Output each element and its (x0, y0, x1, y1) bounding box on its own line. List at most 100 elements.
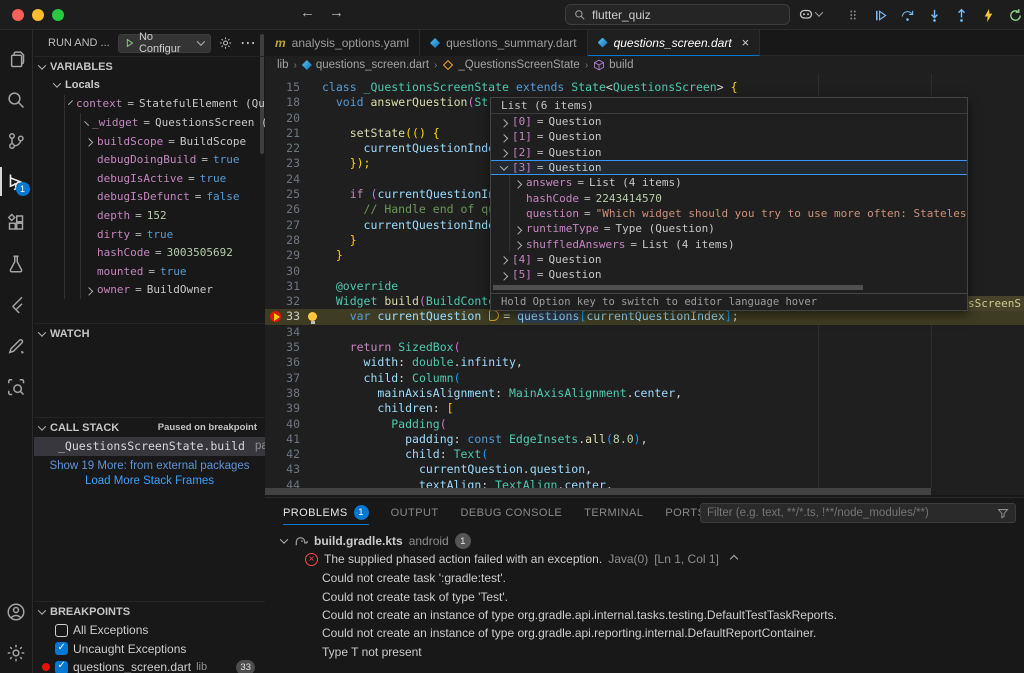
step-into-icon[interactable] (923, 4, 945, 26)
code-line[interactable]: 36 width: double.infinity, (265, 355, 1024, 370)
panel-tab-terminal[interactable]: TERMINAL (584, 501, 643, 525)
variable-row[interactable]: buildScope=BuildScope (34, 132, 265, 151)
code-line[interactable]: 42 child: Text( (265, 447, 1024, 462)
chevron-up-icon[interactable] (730, 555, 738, 563)
panel-tab-debug-console[interactable]: DEBUG CONSOLE (461, 501, 563, 525)
panel-tab-output[interactable]: OUTPUT (391, 501, 439, 525)
problem-detail-row[interactable]: Could not create an instance of type org… (265, 624, 1024, 642)
variable-row[interactable]: [1]=Question (491, 129, 967, 144)
gear-icon[interactable] (219, 36, 232, 50)
nav-back-icon[interactable]: ← (300, 4, 315, 21)
close-icon[interactable]: × (742, 35, 750, 50)
source-control-icon[interactable] (0, 120, 33, 161)
code-line[interactable]: 43 currentQuestion.question, (265, 462, 1024, 477)
call-stack-header[interactable]: CALL STACK Paused on breakpoint (34, 417, 265, 437)
window-close-button[interactable] (12, 9, 24, 21)
variable-row[interactable]: [5]=Question (491, 267, 967, 282)
tab-questions_summary.dart[interactable]: questions_summary.dart (420, 30, 588, 56)
breakpoint-item[interactable]: Uncaught Exceptions (34, 640, 265, 659)
load-more-frames-link[interactable]: Load More Stack Frames (34, 475, 265, 490)
variable-row[interactable]: _widget=QuestionsScreen (Quest… (34, 113, 265, 132)
stack-frame-row[interactable]: _QuestionsScreenState.build pa… (34, 437, 265, 456)
code-line[interactable]: 15class _QuestionsScreenState extends St… (265, 80, 1024, 95)
continue-icon[interactable] (869, 4, 891, 26)
code-line[interactable]: 34 (265, 325, 1024, 340)
editor-horizontal-scrollbar[interactable] (265, 488, 931, 495)
breadcrumb-item-_QuestionsScreenState[interactable]: _QuestionsScreenState (442, 59, 579, 71)
breakpoint-item[interactable]: All Exceptions (34, 621, 265, 640)
problem-detail-row[interactable]: Could not create task ':gradle:test'. (265, 569, 1024, 587)
nav-forward-icon[interactable]: → (329, 4, 344, 21)
widget-inspector-icon[interactable] (0, 366, 33, 407)
paused-breakpoint-icon[interactable] (270, 311, 281, 322)
variable-row[interactable]: [2]=Question (491, 145, 967, 160)
variable-row[interactable]: dirty=true (34, 225, 265, 244)
problem-detail-row[interactable]: Type T not present (265, 643, 1024, 661)
problem-detail-row[interactable]: Could not create an instance of type org… (265, 606, 1024, 624)
drag-handle-icon[interactable] (842, 4, 864, 26)
variable-row[interactable]: answers=List (4 items) (491, 175, 967, 190)
problem-file-row[interactable]: build.gradle.kts android 1 (265, 532, 1024, 550)
variable-row[interactable]: shuffledAnswers=List (4 items) (491, 236, 967, 251)
restart-icon[interactable] (1004, 4, 1024, 26)
variables-header[interactable]: VARIABLES (34, 56, 265, 76)
code-line[interactable]: 37 child: Column( (265, 371, 1024, 386)
problem-error-row[interactable]: × The supplied phased action failed with… (265, 550, 1024, 568)
tab-questions_screen.dart[interactable]: questions_screen.dart× (588, 30, 761, 56)
window-zoom-button[interactable] (52, 9, 64, 21)
code-line[interactable]: 38 mainAxisAlignment: MainAxisAlignment.… (265, 386, 1024, 401)
tab-analysis_options.yaml[interactable]: manalysis_options.yaml (265, 30, 420, 56)
accounts-icon[interactable] (0, 591, 33, 632)
run-debug-icon[interactable]: 1 (0, 161, 33, 202)
command-center-search[interactable]: flutter_quiz (565, 4, 790, 25)
lightbulb-icon[interactable] (308, 312, 317, 321)
breadcrumb-item-build[interactable]: build (593, 59, 633, 71)
property-editor-pen-icon[interactable] (0, 325, 33, 366)
variable-row[interactable]: [4]=Question (491, 252, 967, 267)
step-over-icon[interactable] (896, 4, 918, 26)
explorer-icon[interactable] (0, 38, 33, 79)
variable-row[interactable]: hashCode=3003505692 (34, 243, 265, 262)
variable-row[interactable]: debugDoingBuild=true (34, 150, 265, 169)
code-line[interactable]: 40 Padding( (265, 417, 1024, 432)
variable-row[interactable]: debugIsActive=true (34, 169, 265, 188)
variable-row[interactable]: runtimeType=Type (Question) (491, 221, 967, 236)
copilot-menu[interactable] (798, 6, 822, 22)
debug-configuration-dropdown[interactable]: No Configur (118, 34, 211, 53)
panel-tab-problems[interactable]: PROBLEMS1 (283, 501, 369, 525)
breakpoint-checkbox[interactable] (55, 624, 68, 637)
variable-row[interactable]: question="Which widget should you try to… (491, 206, 967, 221)
variable-row[interactable]: hashCode=2243414570 (491, 190, 967, 205)
variable-row[interactable]: [0]=Question (491, 114, 967, 129)
settings-gear-icon[interactable] (0, 632, 33, 673)
show-more-frames-link[interactable]: Show 19 More: from external packages (34, 460, 265, 475)
problem-detail-row[interactable]: Could not create task of type 'Test'. (265, 587, 1024, 605)
code-line[interactable]: 39 children: [ (265, 401, 1024, 416)
step-out-icon[interactable] (950, 4, 972, 26)
more-actions-icon[interactable]: ⋯ (240, 33, 257, 53)
filter-input[interactable] (707, 507, 991, 519)
variable-row[interactable]: mounted=true (34, 262, 265, 281)
variable-row[interactable]: [3]=Question (491, 160, 967, 175)
breakpoints-header[interactable]: BREAKPOINTS (34, 601, 265, 621)
breakpoint-checkbox[interactable] (55, 661, 68, 673)
variable-row[interactable]: context=StatefulElement (Questi… (34, 95, 265, 114)
code-line[interactable]: 35 return SizedBox( (265, 340, 1024, 355)
problems-filter[interactable] (700, 503, 1016, 523)
hover-horizontal-scrollbar[interactable] (493, 285, 863, 290)
flutter-icon[interactable] (0, 284, 33, 325)
scope-row[interactable]: Locals (34, 76, 265, 95)
variable-row[interactable]: owner=BuildOwner (34, 281, 265, 300)
testing-icon[interactable] (0, 243, 33, 284)
extensions-icon[interactable] (0, 202, 33, 243)
hot-reload-icon[interactable] (977, 4, 999, 26)
search-icon[interactable] (0, 79, 33, 120)
watch-header[interactable]: WATCH (34, 323, 265, 343)
breakpoint-item[interactable]: questions_screen.dartlib33 (34, 658, 265, 673)
breadcrumb-item-lib[interactable]: lib (277, 59, 289, 71)
variable-row[interactable]: depth=152 (34, 206, 265, 225)
window-minimize-button[interactable] (32, 9, 44, 21)
code-line[interactable]: 41 padding: const EdgeInsets.all(8.0), (265, 432, 1024, 447)
breadcrumb-item-questions_screen.dart[interactable]: questions_screen.dart (302, 59, 429, 71)
variable-row[interactable]: debugIsDefunct=false (34, 188, 265, 207)
